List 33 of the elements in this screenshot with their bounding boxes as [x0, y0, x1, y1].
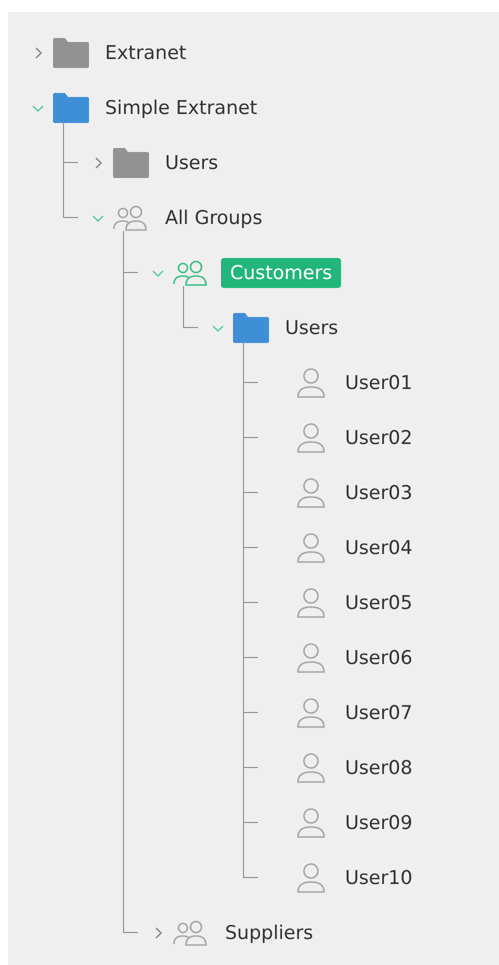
tree-item[interactable]: User10 [341, 862, 416, 892]
tree-item[interactable]: User04 [341, 532, 416, 562]
user-icon [297, 808, 325, 838]
tree-item[interactable]: User02 [341, 422, 416, 452]
tree-item[interactable]: All Groups [161, 202, 266, 232]
tree-item[interactable]: Users [161, 148, 222, 178]
tree-item[interactable]: User05 [341, 588, 416, 618]
user-icon [297, 642, 325, 672]
user-icon [297, 752, 325, 782]
user-icon [297, 368, 325, 398]
tree-item[interactable]: Users [281, 312, 342, 342]
tree-item[interactable]: User09 [341, 808, 416, 838]
folder-icon [53, 38, 89, 68]
tree-item[interactable]: User03 [341, 478, 416, 508]
tree-item[interactable]: Simple Extranet [101, 92, 262, 122]
group-icon [173, 260, 209, 286]
folder-icon [53, 92, 89, 122]
tree-item[interactable]: Suppliers [221, 918, 318, 948]
tree-item[interactable]: User08 [341, 752, 416, 782]
group-icon [173, 920, 209, 946]
user-icon [297, 698, 325, 728]
user-icon [297, 532, 325, 562]
user-icon [297, 862, 325, 892]
tree-item[interactable]: User07 [341, 698, 416, 728]
folder-icon [113, 148, 149, 178]
group-icon [113, 204, 149, 230]
tree-item[interactable]: User01 [341, 368, 416, 398]
tree-item[interactable]: User06 [341, 642, 416, 672]
user-icon [297, 588, 325, 618]
user-icon [297, 422, 325, 452]
folder-icon [233, 312, 269, 342]
user-icon [297, 478, 325, 508]
tree-item[interactable]: Extranet [101, 38, 190, 68]
